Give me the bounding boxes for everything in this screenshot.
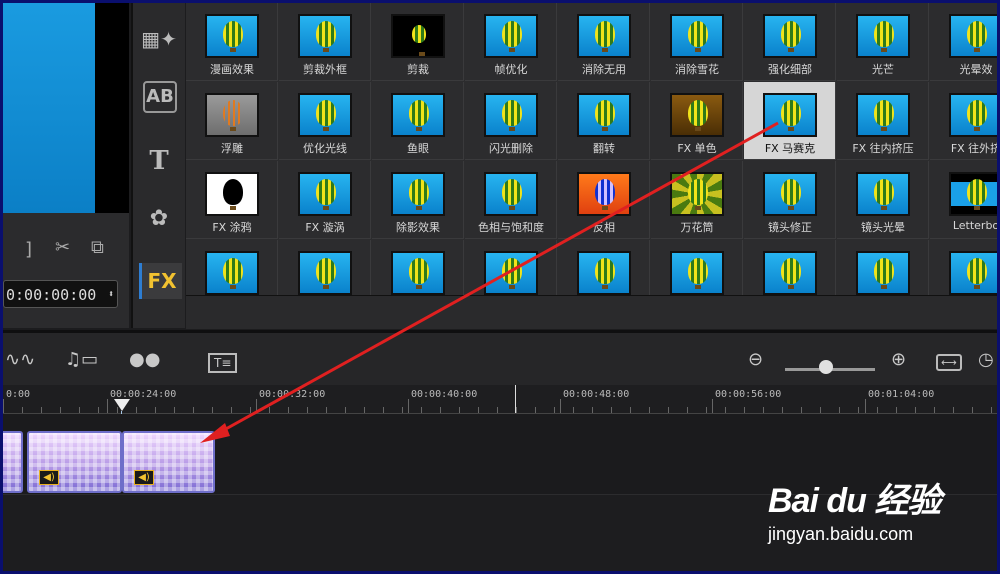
annotation-arrow — [200, 121, 779, 443]
app-window: ] ✂ ⧉ 0:00:00:00 ⬍ ▦✦ AB T ✿ FX 漫画效果 剪裁外框剪… — [3, 3, 997, 571]
